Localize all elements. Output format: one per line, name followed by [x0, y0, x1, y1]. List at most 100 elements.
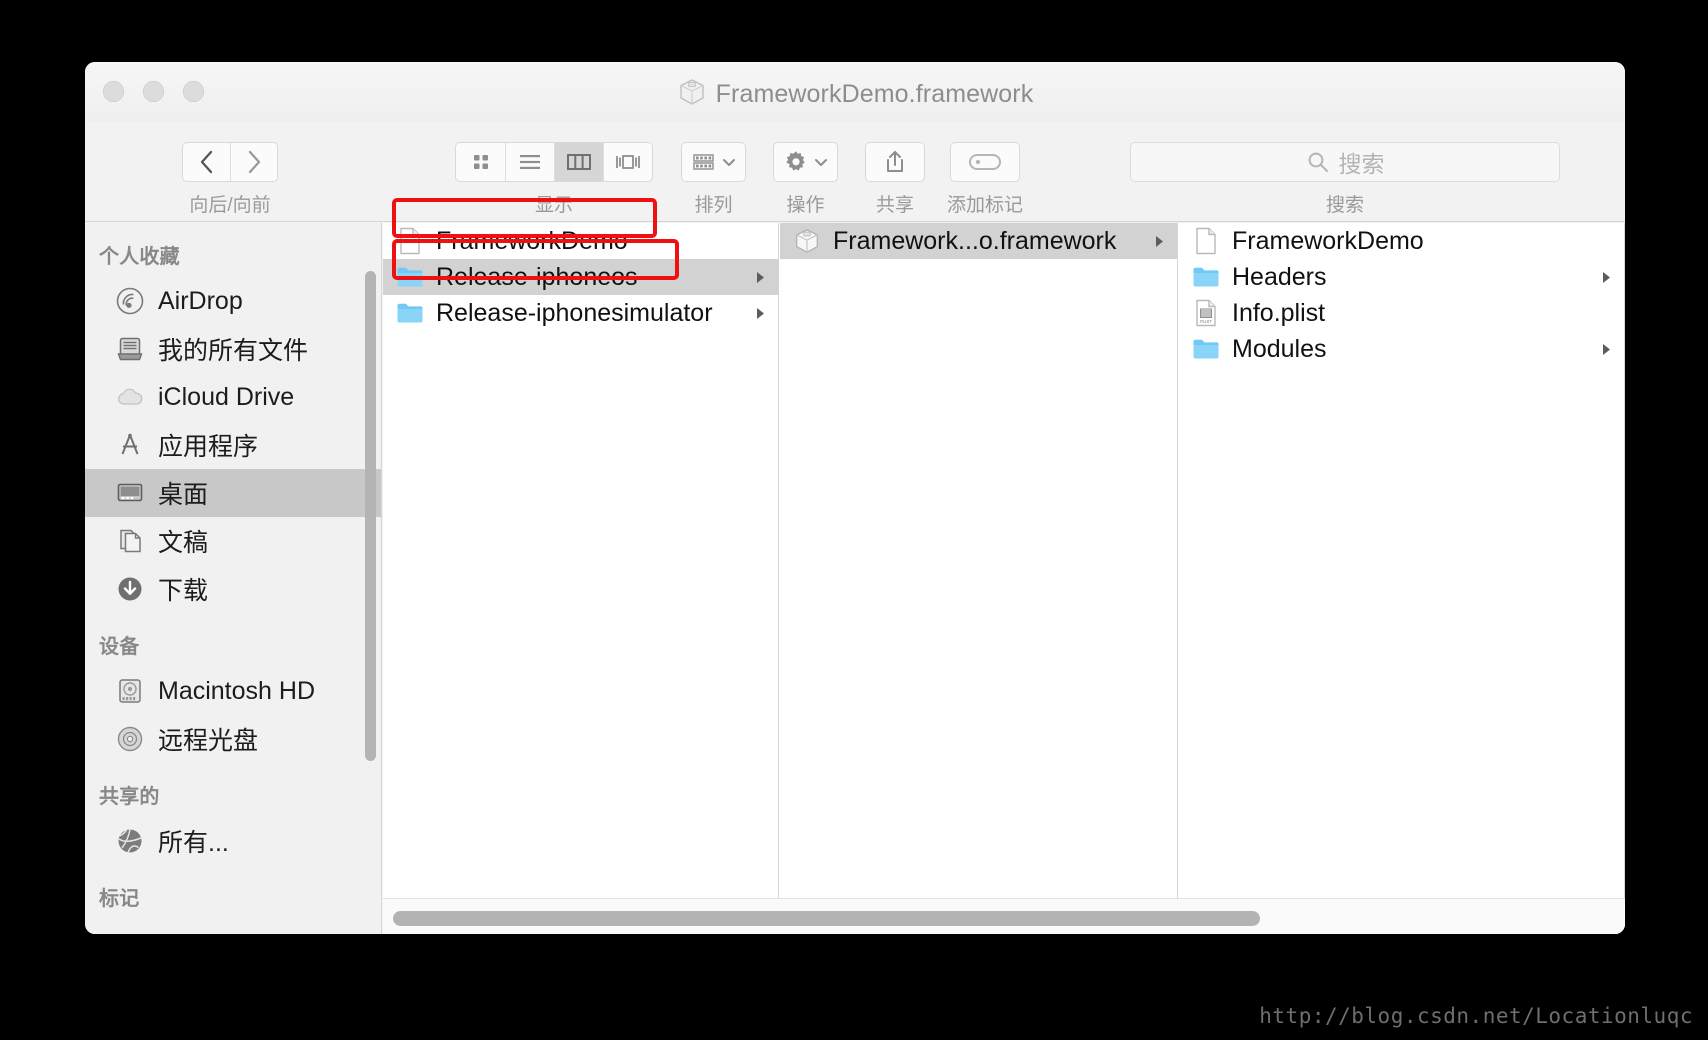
hard-disk-icon	[115, 676, 145, 706]
svg-text:PLIST: PLIST	[1200, 319, 1212, 324]
sidebar-section-devices-title: 设备	[99, 636, 140, 658]
sidebar-item-label: 所有...	[158, 829, 229, 857]
add-tag-button[interactable]	[950, 142, 1020, 182]
list-item[interactable]: Headers	[1179, 259, 1624, 295]
sidebar-item-label: iCloud Drive	[158, 382, 295, 411]
search-input[interactable]: 搜索	[1130, 142, 1560, 182]
horizontal-scrollbar-thumb[interactable]	[393, 911, 1260, 926]
list-item-label: Release-iphoneos	[436, 262, 638, 291]
finder-window: FrameworkDemo.framework 向后/向前 显示 排列 操作 共…	[85, 62, 1625, 934]
search-placeholder: 搜索	[1338, 151, 1385, 177]
view-mode-group: 显示	[455, 142, 653, 217]
plist-file-icon: PLIST	[1192, 298, 1220, 328]
navigation-group: 向后/向前	[182, 142, 278, 217]
grid-icon	[693, 154, 714, 170]
airdrop-icon	[115, 286, 145, 316]
framework-package-icon	[793, 226, 821, 256]
window-titlebar: FrameworkDemo.framework	[85, 62, 1625, 122]
sidebar-item-downloads[interactable]: 下载	[85, 565, 381, 613]
sidebar-item-label: 我的所有文件	[158, 337, 309, 365]
column-browser: FrameworkDemo Release-iphoneos Release-i…	[383, 223, 1625, 934]
column-3: FrameworkDemo Headers PLIST Info.plist M…	[1179, 223, 1625, 898]
share-caption: 共享	[875, 195, 914, 216]
chevron-right-icon	[1153, 234, 1167, 249]
list-item-label: FrameworkDemo	[436, 226, 628, 255]
view-mode-segmented-control	[455, 142, 653, 182]
arrange-button[interactable]	[681, 142, 746, 182]
sidebar-item-label: 文稿	[158, 529, 209, 557]
column-2: Framework...o.framework	[780, 223, 1178, 898]
action-group: 操作	[773, 142, 838, 217]
applications-icon	[115, 430, 145, 460]
list-item[interactable]: PLIST Info.plist	[1179, 295, 1624, 331]
action-caption: 操作	[786, 195, 825, 216]
list-item[interactable]: Modules	[1179, 331, 1624, 367]
documents-icon	[115, 526, 145, 556]
chevron-right-icon	[754, 306, 768, 321]
icon-view-button[interactable]	[456, 143, 505, 181]
column-view-button[interactable]	[554, 143, 603, 181]
desktop-icon	[115, 478, 145, 508]
list-item-label: Info.plist	[1232, 298, 1326, 327]
watermark-url: http://blog.csdn.net/Locationluqc	[1259, 1004, 1693, 1028]
forward-button[interactable]	[230, 143, 277, 181]
cover-flow-view-button[interactable]	[603, 143, 652, 181]
navigation-caption: 向后/向前	[189, 195, 271, 216]
list-item[interactable]: Framework...o.framework	[780, 223, 1177, 259]
folder-icon	[1192, 262, 1220, 292]
sidebar-item-applications[interactable]: 应用程序	[85, 421, 381, 469]
framework-package-icon	[677, 77, 707, 114]
list-item-label: Headers	[1232, 262, 1327, 291]
sidebar-item-airdrop[interactable]: AirDrop	[85, 277, 381, 325]
list-item[interactable]: FrameworkDemo	[383, 223, 778, 259]
arrange-group: 排列	[681, 142, 746, 217]
back-button[interactable]	[183, 143, 230, 181]
list-item[interactable]: Release-iphonesimulator	[383, 295, 778, 331]
tag-group: 添加标记	[947, 142, 1023, 217]
sidebar-item-macintosh-hd[interactable]: Macintosh HD	[85, 667, 381, 715]
chevron-right-icon	[754, 270, 768, 285]
sidebar-item-label: 桌面	[158, 481, 209, 509]
window-title: FrameworkDemo.framework	[85, 77, 1625, 114]
chevron-down-icon	[723, 159, 735, 166]
sidebar-item-icloud-drive[interactable]: iCloud Drive	[85, 373, 381, 421]
document-icon	[396, 226, 424, 256]
sidebar-item-desktop[interactable]: 桌面	[85, 469, 381, 517]
list-item[interactable]: FrameworkDemo	[1179, 223, 1624, 259]
share-icon	[887, 151, 903, 172]
list-view-button[interactable]	[505, 143, 554, 181]
add-tag-caption: 添加标记	[947, 195, 1024, 216]
share-group: 共享	[865, 142, 925, 217]
document-icon	[1192, 226, 1220, 256]
arrange-caption: 排列	[694, 195, 733, 216]
sidebar-item-label: 应用程序	[158, 433, 259, 461]
back-forward-segmented-control	[182, 142, 278, 182]
share-button[interactable]	[865, 142, 925, 182]
list-item-label: FrameworkDemo	[1232, 226, 1424, 255]
sidebar-section-favorites-title: 个人收藏	[99, 246, 180, 268]
action-button[interactable]	[773, 142, 838, 182]
folder-icon	[1192, 334, 1220, 364]
downloads-icon	[115, 574, 145, 604]
remote-disc-icon	[115, 724, 145, 754]
sidebar-item-remote-disc[interactable]: 远程光盘	[85, 715, 381, 763]
sidebar-item-all-my-files[interactable]: 我的所有文件	[85, 325, 381, 373]
sidebar: 个人收藏 AirDrop 我的所有文件 iCloud Drive 应用程序 桌面…	[85, 223, 382, 934]
finder-toolbar: 向后/向前 显示 排列 操作 共享 添加标记 搜索 搜索	[85, 122, 1625, 222]
view-mode-caption: 显示	[534, 195, 573, 216]
list-item-label: Release-iphonesimulator	[436, 298, 713, 327]
sidebar-item-documents[interactable]: 文稿	[85, 517, 381, 565]
gear-icon	[786, 151, 805, 171]
network-globe-icon	[115, 826, 145, 856]
all-my-files-icon	[115, 334, 145, 364]
sidebar-item-label: 下载	[158, 577, 209, 605]
column-1: FrameworkDemo Release-iphoneos Release-i…	[383, 223, 779, 898]
list-item-label: Modules	[1232, 334, 1327, 363]
sidebar-item-label: Macintosh HD	[158, 676, 315, 705]
list-item[interactable]: Release-iphoneos	[383, 259, 778, 295]
search-group: 搜索 搜索	[1130, 142, 1560, 217]
sidebar-item-all-shared[interactable]: 所有...	[85, 817, 381, 865]
search-caption: 搜索	[1325, 195, 1364, 216]
sidebar-item-label: 远程光盘	[158, 727, 259, 755]
sidebar-scrollbar[interactable]	[365, 271, 376, 761]
